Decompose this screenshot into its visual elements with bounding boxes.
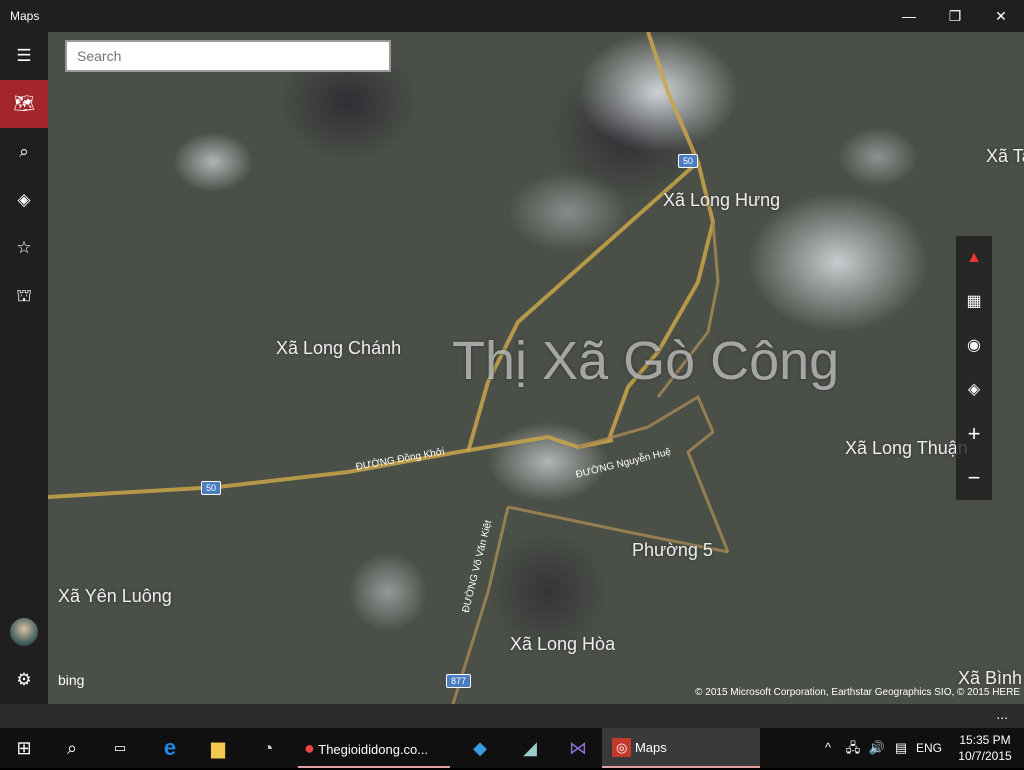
network-icon[interactable]: 🖧: [842, 728, 864, 768]
3d-cities-icon[interactable]: ⛫: [0, 272, 48, 320]
sidebar: ☰ 🗺 ⌕ ◈ ☆ ⛫ ⚙: [0, 32, 48, 704]
close-button[interactable]: ✕: [978, 0, 1024, 32]
map-label-city: Thị Xã Gò Công: [452, 331, 840, 391]
map-label: Xã Long Hòa: [510, 634, 616, 654]
map-label: Xã Long Hưng: [663, 190, 781, 210]
map-icon[interactable]: 🗺: [0, 80, 48, 128]
show-hidden-icons[interactable]: ^: [818, 728, 838, 768]
hamburger-menu-icon[interactable]: ☰: [0, 32, 48, 80]
route-shield: 50: [201, 481, 222, 495]
tilt-icon[interactable]: ▦: [956, 280, 992, 324]
visual-studio-icon[interactable]: ⋈: [556, 728, 600, 768]
teamviewer-icon[interactable]: ◆: [458, 728, 502, 768]
compass-icon[interactable]: ▲: [956, 236, 992, 280]
app-icon[interactable]: ◢: [508, 728, 552, 768]
minimize-button[interactable]: —: [886, 0, 932, 32]
map-label: Xã Long Chánh: [276, 338, 402, 358]
zoom-out-button[interactable]: −: [956, 456, 992, 500]
edge-icon[interactable]: e: [148, 728, 192, 768]
maximize-button[interactable]: ❐: [932, 0, 978, 32]
window-title: Maps: [10, 9, 40, 23]
maps-icon: ◎: [612, 738, 632, 757]
map-label: Xã Bình Ng: [958, 668, 1024, 688]
date: 10/7/2015: [958, 749, 1012, 763]
clock[interactable]: 15:35 PM 10/7/2015: [950, 728, 1020, 768]
map-controls: ▲ ▦ ◉ ◈ + −: [956, 236, 992, 500]
title-bar: Maps — ❐ ✕: [0, 0, 1024, 32]
map-label: Xã Yên Luông: [58, 586, 172, 606]
search-input[interactable]: [65, 40, 391, 72]
taskbar: ⊞ ⌕ ▭ e ▆ ◔ ● Thegioididong.co... ◆ ◢ ⋈ …: [0, 728, 1024, 768]
file-explorer-icon[interactable]: ▆: [196, 728, 240, 768]
taskbar-chrome[interactable]: ● Thegioididong.co...: [298, 728, 450, 768]
road-50-west: [48, 434, 614, 499]
chrome-icon: ●: [304, 738, 315, 758]
language-indicator[interactable]: ENG: [914, 728, 944, 768]
search-icon[interactable]: ⌕: [0, 128, 48, 176]
locate-me-icon[interactable]: ◉: [956, 324, 992, 368]
route-shield: 50: [678, 154, 699, 168]
volume-icon[interactable]: 🔊: [866, 728, 888, 768]
app-bar: ...: [0, 704, 1024, 728]
action-center-icon[interactable]: ▤: [890, 728, 912, 768]
zoom-in-button[interactable]: +: [956, 412, 992, 456]
time: 15:35 PM: [959, 733, 1011, 747]
more-options-button[interactable]: ...: [996, 706, 1008, 722]
bing-logo: bing: [58, 672, 85, 688]
map-label: Xã Long Thuận: [845, 438, 968, 458]
task-view-icon[interactable]: ▭: [96, 728, 144, 768]
map-label: Phường 5: [632, 540, 713, 560]
map-view[interactable]: Xã Long Hưng Xã Long Chánh Thị Xã Gò Côn…: [48, 32, 1024, 704]
directions-icon[interactable]: ◈: [0, 176, 48, 224]
maps-label: Maps: [634, 740, 667, 755]
copyright-text: © 2015 Microsoft Corporation, Earthstar …: [695, 687, 1020, 698]
taskbar-maps[interactable]: ◎ Maps: [602, 728, 760, 768]
map-label: Xã Ta: [986, 146, 1024, 166]
favorites-star-icon[interactable]: ☆: [0, 224, 48, 272]
search-icon[interactable]: ⌕: [48, 728, 96, 768]
route-shield: 877: [446, 674, 472, 688]
layers-icon[interactable]: ◈: [956, 368, 992, 412]
app-icon[interactable]: ◔: [246, 728, 290, 768]
start-windows-icon[interactable]: ⊞: [0, 728, 48, 768]
settings-gear-icon[interactable]: ⚙: [0, 656, 48, 704]
avatar[interactable]: [10, 618, 38, 646]
chrome-label: Thegioididong.co...: [318, 742, 429, 757]
